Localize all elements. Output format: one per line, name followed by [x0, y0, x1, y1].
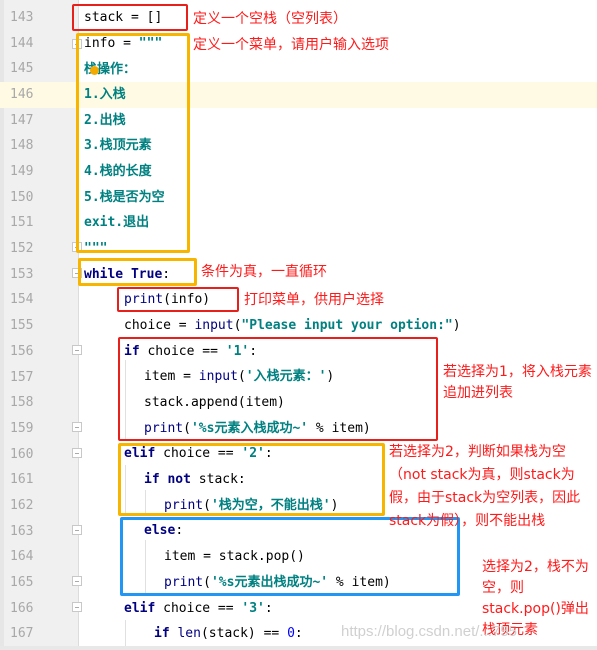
code-line-155[interactable]: choice = input("Please input your option…: [124, 313, 461, 339]
line-number: 146: [10, 87, 34, 103]
string-literal: "Please input your option:": [241, 318, 453, 333]
horizontal-scrollbar[interactable]: [0, 646, 597, 650]
note-print-menu: 打印菜单，供用户选择: [244, 292, 384, 308]
line-number: 164: [10, 549, 34, 565]
code-text: ): [452, 318, 461, 333]
fold-marker-icon[interactable]: [72, 525, 82, 535]
note-pop-empty: 若选择为2，判断如果栈为空（not stack为真，则stack为假，由于sta…: [389, 444, 581, 529]
line-number: 147: [10, 112, 34, 128]
line-number: 157: [10, 369, 34, 385]
code-text: choice =: [124, 318, 195, 333]
annotation-box-print-menu: [117, 287, 239, 312]
string-literal: '3': [241, 601, 265, 616]
line-number: 151: [10, 215, 34, 231]
note-menu: 定义一个菜单，请用户输入选项: [193, 37, 389, 53]
fold-marker-icon[interactable]: [72, 448, 82, 458]
line-number: 163: [10, 523, 34, 539]
note-push: 若选择为1，将入栈元素追加进列表: [443, 364, 592, 401]
line-number: 166: [10, 600, 34, 616]
line-number: 144: [10, 35, 34, 51]
fold-marker-icon[interactable]: [72, 576, 82, 586]
annotation-box-pop-empty: [118, 443, 385, 516]
line-number: 148: [10, 138, 34, 154]
line-number: 165: [10, 574, 34, 590]
note-empty-stack: 定义一个空栈（空列表）: [193, 11, 347, 27]
annotation-box-menu: [76, 33, 190, 253]
line-number: 159: [10, 420, 34, 436]
fold-marker-icon[interactable]: [72, 345, 82, 355]
keyword: if: [154, 626, 170, 641]
line-number: 145: [10, 61, 34, 77]
line-number: 156: [10, 343, 34, 359]
line-number: 161: [10, 472, 34, 488]
code-line-166[interactable]: elif choice == '3':: [124, 596, 273, 622]
builtin-function: len: [169, 626, 201, 641]
code-text: choice ==: [155, 601, 242, 616]
fold-marker-icon[interactable]: [72, 602, 82, 612]
code-text: :: [294, 626, 303, 641]
watermark: https://blog.csdn.net/...755: [341, 623, 517, 640]
annotation-box-push: [118, 337, 438, 441]
line-number: 153: [10, 266, 34, 282]
code-text: (stack) ==: [200, 626, 288, 641]
line-number: 160: [10, 446, 34, 462]
line-number: 143: [10, 10, 34, 25]
code-text: :: [264, 601, 273, 616]
keyword: elif: [124, 601, 156, 616]
code-line-167[interactable]: if len(stack) == 0:: [154, 621, 303, 647]
line-number: 150: [10, 189, 34, 205]
line-number: 167: [10, 626, 34, 642]
line-number: 155: [10, 318, 34, 334]
line-number: 152: [10, 241, 34, 257]
line-number: 154: [10, 292, 34, 308]
line-number: 149: [10, 164, 34, 180]
line-number: 162: [10, 497, 34, 513]
annotation-box-empty-stack: [72, 4, 188, 31]
number-literal: 0: [287, 626, 295, 641]
note-loop: 条件为真，一直循环: [201, 264, 327, 280]
line-number: 158: [10, 395, 34, 411]
builtin-function: input: [194, 318, 234, 333]
annotation-box-loop: [78, 258, 197, 286]
fold-marker-icon[interactable]: [72, 422, 82, 432]
